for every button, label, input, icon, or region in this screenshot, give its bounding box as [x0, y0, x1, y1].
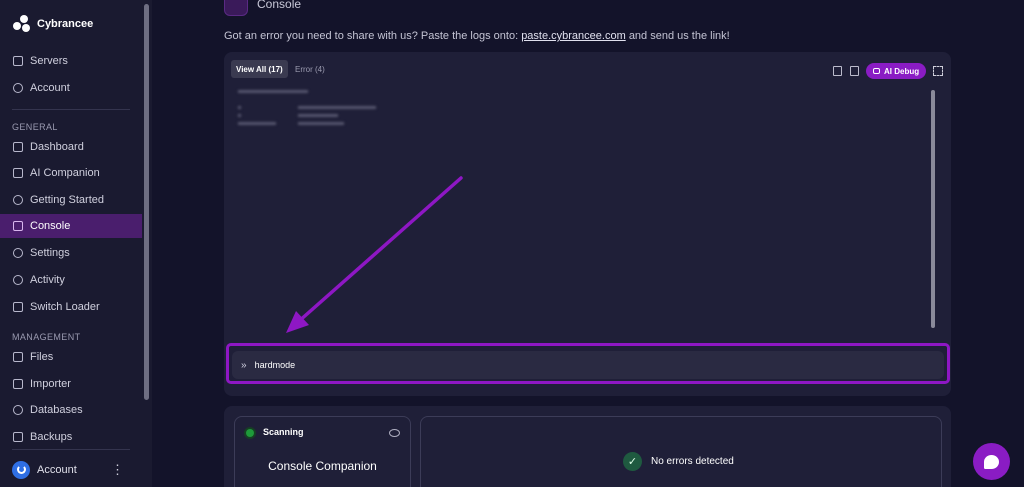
status-dot	[246, 429, 254, 437]
console-companion-panel: Scanning Console Companion	[234, 416, 411, 487]
eye-off-icon[interactable]	[389, 429, 400, 437]
chat-bubble-icon	[984, 454, 999, 469]
no-errors-text: No errors detected	[651, 456, 734, 467]
companion-title: Console Companion	[268, 459, 377, 473]
check-icon: ✓	[623, 452, 642, 471]
chat-widget-button[interactable]	[973, 443, 1010, 480]
errors-panel: ✓ No errors detected	[420, 416, 942, 487]
scan-status: Scanning	[263, 427, 304, 437]
